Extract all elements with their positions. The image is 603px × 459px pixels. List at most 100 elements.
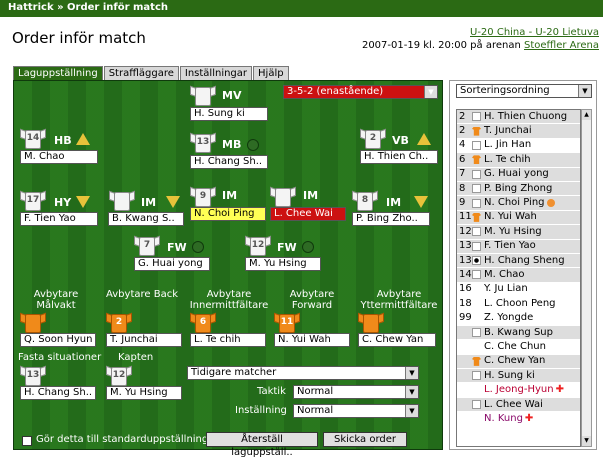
arrow-down-icon[interactable] bbox=[414, 196, 428, 208]
circle-icon[interactable] bbox=[247, 139, 259, 151]
list-item[interactable]: 7 G. Huai yong bbox=[457, 167, 580, 182]
player-number: 2 bbox=[459, 125, 466, 137]
list-item[interactable]: 18 L. Choon Peng bbox=[457, 297, 580, 312]
arena-link[interactable]: Stoeffler Arena bbox=[524, 40, 599, 51]
player-slot-hb[interactable]: M. Chao bbox=[20, 150, 98, 164]
sub-header-fw: Avbytare Forward bbox=[289, 289, 335, 311]
list-item[interactable]: 11 N. Yui Wah bbox=[457, 210, 580, 226]
shirt-icon[interactable]: 2 bbox=[360, 127, 386, 149]
list-item[interactable]: L. Jeong-Hyun ✚ bbox=[457, 383, 580, 398]
list-item[interactable]: B. Kwang Sup bbox=[457, 325, 580, 341]
player-name: C. Chew Yan bbox=[484, 355, 546, 367]
list-item[interactable]: L. Chee Wai bbox=[457, 397, 580, 413]
player-number: 14 bbox=[459, 269, 472, 280]
sort-order-value: Sorteringsordning bbox=[460, 85, 550, 96]
arrow-down-icon[interactable] bbox=[76, 196, 90, 208]
list-item[interactable]: 13 F. Tien Yao bbox=[457, 239, 580, 254]
shirt-icon[interactable] bbox=[109, 189, 135, 211]
sub-slot-fw[interactable]: N. Yui Wah bbox=[274, 333, 350, 347]
list-item[interactable]: 99 Z. Yongde bbox=[457, 311, 580, 326]
scroll-down-icon[interactable]: ▼ bbox=[582, 436, 591, 446]
list-item[interactable]: 2 H. Thien Chuong bbox=[457, 110, 580, 125]
sub-slot-back[interactable]: T. Junchai bbox=[106, 333, 182, 347]
box-icon bbox=[472, 342, 481, 351]
attitude-select[interactable]: Normal ▼ bbox=[293, 404, 419, 418]
list-item[interactable]: 9 N. Choi Ping bbox=[457, 196, 580, 211]
arrow-up-icon[interactable] bbox=[417, 133, 431, 145]
player-slot-vy[interactable]: P. Bing Zho.. bbox=[352, 212, 430, 226]
tab-settings[interactable]: Inställningar bbox=[179, 66, 253, 80]
tactic-select[interactable]: Normal ▼ bbox=[293, 385, 419, 399]
formation-select[interactable]: 3-5-2 (enastående) ▼ bbox=[283, 85, 438, 99]
position-label-vb: VB bbox=[392, 134, 409, 147]
box-icon bbox=[472, 140, 481, 150]
player-name: N. Kung bbox=[484, 412, 523, 424]
shirt-icon[interactable]: 12 bbox=[245, 234, 271, 256]
reset-lineup-button[interactable]: Återställ laguppställ.. bbox=[206, 432, 318, 458]
shirt-icon[interactable] bbox=[20, 311, 46, 333]
shirt-icon[interactable]: 14 bbox=[20, 127, 46, 149]
shirt-icon[interactable]: 12 bbox=[106, 364, 132, 386]
send-order-button[interactable]: Skicka order bbox=[323, 432, 407, 447]
position-label-fw2: FW bbox=[277, 241, 297, 254]
shirt-icon[interactable]: 9 bbox=[190, 185, 216, 207]
captain-slot[interactable]: M. Yu Hsing bbox=[106, 386, 182, 400]
shirt-icon[interactable] bbox=[190, 84, 216, 106]
player-slot-mv[interactable]: H. Sung ki bbox=[190, 107, 268, 121]
list-item[interactable]: 2 T. Junchai bbox=[457, 124, 580, 139]
list-item[interactable]: C. Chew Yan bbox=[457, 354, 580, 370]
player-list[interactable]: 2 H. Thien Chuong 2 T. Junchai 4 L. Jin Han 6 L… bbox=[456, 109, 581, 447]
player-number: 13 bbox=[459, 240, 472, 252]
player-name: L. Jin Han bbox=[484, 139, 532, 151]
default-lineup-checkbox[interactable] bbox=[22, 436, 32, 446]
shirt-icon[interactable]: 17 bbox=[20, 189, 46, 211]
sub-slot-gk[interactable]: Q. Soon Hyun bbox=[20, 333, 96, 347]
list-item[interactable]: 8 P. Bing Zhong bbox=[457, 181, 580, 197]
player-slot-hy[interactable]: F. Tien Yao bbox=[20, 212, 98, 226]
shirt-icon[interactable]: 7 bbox=[134, 234, 160, 256]
player-slot-mb[interactable]: H. Chang Sh.. bbox=[190, 155, 268, 169]
tab-lineup[interactable]: Laguppställning bbox=[13, 66, 103, 80]
shirt-icon[interactable] bbox=[358, 311, 384, 333]
arrow-up-icon[interactable] bbox=[76, 133, 90, 145]
list-item[interactable]: 12 M. Yu Hsing bbox=[457, 225, 580, 240]
list-item[interactable]: N. Kung ✚ bbox=[457, 412, 580, 427]
sort-order-select[interactable]: Sorteringsordning ▼ bbox=[456, 84, 592, 98]
player-slot-im3[interactable]: L. Chee Wai bbox=[270, 207, 346, 221]
shirt-icon[interactable]: 2 bbox=[106, 311, 132, 333]
player-slot-im2[interactable]: N. Choi Ping bbox=[190, 207, 266, 221]
shirt-icon[interactable]: 11 bbox=[274, 311, 300, 333]
sub-slot-ym[interactable]: C. Chew Yan bbox=[358, 333, 436, 347]
player-slot-im1[interactable]: B. Kwang S.. bbox=[108, 212, 184, 226]
previous-matches-select[interactable]: Tidigare matcher ▼ bbox=[187, 366, 419, 380]
list-item[interactable]: 13 H. Chang Sheng bbox=[457, 253, 580, 269]
shirt-icon[interactable]: 8 bbox=[352, 189, 378, 211]
circle-icon[interactable] bbox=[192, 241, 204, 253]
list-item[interactable]: 16 Y. Ju Lian bbox=[457, 283, 580, 298]
tab-penalty-takers[interactable]: Straffläggare bbox=[103, 66, 179, 80]
tab-help[interactable]: Hjälp bbox=[253, 66, 289, 80]
match-link[interactable]: U-20 China - U-20 Lietuva bbox=[470, 27, 599, 38]
player-name: H. Thien Chuong bbox=[484, 110, 568, 122]
scroll-up-icon[interactable]: ▲ bbox=[582, 110, 591, 120]
list-item[interactable]: 4 L. Jin Han bbox=[457, 139, 580, 154]
list-item[interactable]: C. Che Chun bbox=[457, 340, 580, 355]
list-item[interactable]: H. Sung ki bbox=[457, 369, 580, 384]
arrow-down-icon[interactable] bbox=[166, 196, 180, 208]
box-icon bbox=[472, 400, 481, 409]
shirt-icon[interactable]: 13 bbox=[20, 364, 46, 386]
player-slot-vb[interactable]: H. Thien Ch.. bbox=[360, 150, 438, 164]
scrollbar[interactable]: ▲ ▼ bbox=[581, 109, 592, 447]
player-slot-fw2[interactable]: M. Yu Hsing bbox=[245, 257, 321, 271]
circle-icon[interactable] bbox=[302, 241, 314, 253]
shirt-icon[interactable]: 6 bbox=[190, 311, 216, 333]
sub-slot-im[interactable]: L. Te chih bbox=[190, 333, 266, 347]
position-label-hb: HB bbox=[54, 134, 72, 147]
player-slot-fw1[interactable]: G. Huai yong bbox=[134, 257, 210, 271]
player-number: 18 bbox=[459, 297, 472, 309]
list-item[interactable]: 6 L. Te chih bbox=[457, 153, 580, 168]
shirt-icon[interactable]: 13 bbox=[190, 131, 216, 153]
shirt-icon[interactable] bbox=[270, 185, 296, 207]
set-pieces-slot[interactable]: H. Chang Sh.. bbox=[20, 386, 96, 400]
list-item[interactable]: 14 M. Chao bbox=[457, 268, 580, 283]
